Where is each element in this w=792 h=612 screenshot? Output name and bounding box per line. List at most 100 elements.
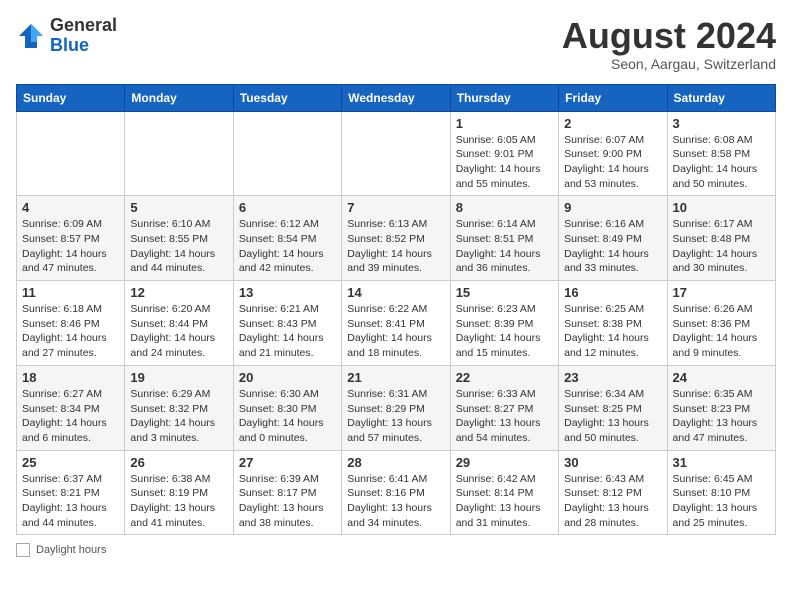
calendar-table: SundayMondayTuesdayWednesdayThursdayFrid… (16, 84, 776, 536)
calendar-cell (17, 111, 125, 196)
calendar-cell: 6Sunrise: 6:12 AM Sunset: 8:54 PM Daylig… (233, 196, 341, 281)
day-info: Sunrise: 6:14 AM Sunset: 8:51 PM Dayligh… (456, 217, 553, 276)
logo: General Blue (16, 16, 117, 56)
calendar-cell: 25 Sunrise: 6:37 AM Sunset: 8:21 PM Dayli… (17, 450, 125, 535)
calendar-cell: 29Sunrise: 6:42 AM Sunset: 8:14 PM Dayli… (450, 450, 558, 535)
calendar-cell: 31 Sunrise: 6:45 AM Sunset: 8:10 PM Dayli… (667, 450, 775, 535)
day-number: 18 (22, 370, 119, 385)
calendar-cell: 23 Sunrise: 6:34 AM Sunset: 8:25 PM Dayli… (559, 365, 667, 450)
legend-box (16, 543, 30, 557)
day-number: 9 (564, 200, 661, 215)
day-info: Sunrise: 6:29 AM Sunset: 8:32 PM Dayligh… (130, 387, 227, 446)
day-number: 11 (22, 285, 119, 300)
day-info: Sunrise: 6:13 AM Sunset: 8:52 PM Dayligh… (347, 217, 444, 276)
logo-blue: Blue (50, 35, 89, 55)
weekday-header-wednesday: Wednesday (342, 84, 450, 111)
calendar-cell: 9 Sunrise: 6:16 AM Sunset: 8:49 PM Daylig… (559, 196, 667, 281)
day-number: 12 (130, 285, 227, 300)
calendar-cell: 7 Sunrise: 6:13 AM Sunset: 8:52 PM Daylig… (342, 196, 450, 281)
day-number: 13 (239, 285, 336, 300)
calendar-cell: 20Sunrise: 6:30 AM Sunset: 8:30 PM Dayli… (233, 365, 341, 450)
day-number: 20 (239, 370, 336, 385)
day-number: 27 (239, 455, 336, 470)
calendar-cell: 13 Sunrise: 6:21 AM Sunset: 8:43 PM Dayli… (233, 281, 341, 366)
calendar-cell: 18 Sunrise: 6:27 AM Sunset: 8:34 PM Dayli… (17, 365, 125, 450)
day-info: Sunrise: 6:23 AM Sunset: 8:39 PM Dayligh… (456, 302, 553, 361)
day-number: 1 (456, 116, 553, 131)
day-info: Sunrise: 6:43 AM Sunset: 8:12 PM Dayligh… (564, 472, 661, 531)
day-info: Sunrise: 6:18 AM Sunset: 8:46 PM Dayligh… (22, 302, 119, 361)
calendar-cell: 10 Sunrise: 6:17 AM Sunset: 8:48 PM Dayli… (667, 196, 775, 281)
day-number: 7 (347, 200, 444, 215)
day-info: Sunrise: 6:37 AM Sunset: 8:21 PM Dayligh… (22, 472, 119, 531)
day-info: Sunrise: 6:08 AM Sunset: 8:58 PM Dayligh… (673, 133, 770, 192)
day-info: Sunrise: 6:16 AM Sunset: 8:49 PM Dayligh… (564, 217, 661, 276)
legend-label: Daylight hours (36, 544, 106, 556)
day-number: 26 (130, 455, 227, 470)
day-number: 28 (347, 455, 444, 470)
calendar-cell: 1 Sunrise: 6:05 AM Sunset: 9:01 PM Daylig… (450, 111, 558, 196)
weekday-header-tuesday: Tuesday (233, 84, 341, 111)
day-number: 4 (22, 200, 119, 215)
day-number: 16 (564, 285, 661, 300)
calendar-cell (342, 111, 450, 196)
day-info: Sunrise: 6:12 AM Sunset: 8:54 PM Dayligh… (239, 217, 336, 276)
day-info: Sunrise: 6:35 AM Sunset: 8:23 PM Dayligh… (673, 387, 770, 446)
day-info: Sunrise: 6:34 AM Sunset: 8:25 PM Dayligh… (564, 387, 661, 446)
weekday-header-thursday: Thursday (450, 84, 558, 111)
calendar-cell: 24 Sunrise: 6:35 AM Sunset: 8:23 PM Dayli… (667, 365, 775, 450)
day-info: Sunrise: 6:21 AM Sunset: 8:43 PM Dayligh… (239, 302, 336, 361)
day-number: 10 (673, 200, 770, 215)
calendar-cell: 28 Sunrise: 6:41 AM Sunset: 8:16 PM Dayli… (342, 450, 450, 535)
week-row-3: 11 Sunrise: 6:18 AM Sunset: 8:46 PM Dayli… (17, 281, 776, 366)
day-info: Sunrise: 6:17 AM Sunset: 8:48 PM Dayligh… (673, 217, 770, 276)
calendar-cell: 3 Sunrise: 6:08 AM Sunset: 8:58 PM Daylig… (667, 111, 775, 196)
day-number: 17 (673, 285, 770, 300)
day-info: Sunrise: 6:22 AM Sunset: 8:41 PM Dayligh… (347, 302, 444, 361)
day-info: Sunrise: 6:05 AM Sunset: 9:01 PM Dayligh… (456, 133, 553, 192)
day-number: 25 (22, 455, 119, 470)
logo-text: General Blue (50, 16, 117, 56)
logo-icon (16, 21, 46, 51)
day-info: Sunrise: 6:33 AM Sunset: 8:27 PM Dayligh… (456, 387, 553, 446)
month-title: August 2024 (562, 16, 776, 56)
weekday-header-sunday: Sunday (17, 84, 125, 111)
week-row-5: 25 Sunrise: 6:37 AM Sunset: 8:21 PM Dayli… (17, 450, 776, 535)
day-info: Sunrise: 6:41 AM Sunset: 8:16 PM Dayligh… (347, 472, 444, 531)
day-info: Sunrise: 6:45 AM Sunset: 8:10 PM Dayligh… (673, 472, 770, 531)
calendar-cell: 30 Sunrise: 6:43 AM Sunset: 8:12 PM Dayli… (559, 450, 667, 535)
day-info: Sunrise: 6:25 AM Sunset: 8:38 PM Dayligh… (564, 302, 661, 361)
day-info: Sunrise: 6:09 AM Sunset: 8:57 PM Dayligh… (22, 217, 119, 276)
weekday-header-friday: Friday (559, 84, 667, 111)
day-info: Sunrise: 6:38 AM Sunset: 8:19 PM Dayligh… (130, 472, 227, 531)
weekday-header-saturday: Saturday (667, 84, 775, 111)
calendar-cell: 27 Sunrise: 6:39 AM Sunset: 8:17 PM Dayli… (233, 450, 341, 535)
title-block: August 2024 Seon, Aargau, Switzerland (562, 16, 776, 72)
week-row-1: 1 Sunrise: 6:05 AM Sunset: 9:01 PM Daylig… (17, 111, 776, 196)
day-number: 14 (347, 285, 444, 300)
logo-general: General (50, 15, 117, 35)
day-number: 3 (673, 116, 770, 131)
calendar-cell: 12 Sunrise: 6:20 AM Sunset: 8:44 PM Dayli… (125, 281, 233, 366)
calendar-cell: 17 Sunrise: 6:26 AM Sunset: 8:36 PM Dayli… (667, 281, 775, 366)
week-row-4: 18 Sunrise: 6:27 AM Sunset: 8:34 PM Dayli… (17, 365, 776, 450)
calendar-cell (125, 111, 233, 196)
day-number: 24 (673, 370, 770, 385)
calendar-cell: 22 Sunrise: 6:33 AM Sunset: 8:27 PM Dayli… (450, 365, 558, 450)
calendar-cell: 16 Sunrise: 6:25 AM Sunset: 8:38 PM Dayli… (559, 281, 667, 366)
day-number: 23 (564, 370, 661, 385)
calendar-cell: 19Sunrise: 6:29 AM Sunset: 8:32 PM Dayli… (125, 365, 233, 450)
day-number: 22 (456, 370, 553, 385)
day-number: 30 (564, 455, 661, 470)
calendar-cell: 14 Sunrise: 6:22 AM Sunset: 8:41 PM Dayli… (342, 281, 450, 366)
day-number: 8 (456, 200, 553, 215)
calendar-cell: 15Sunrise: 6:23 AM Sunset: 8:39 PM Dayli… (450, 281, 558, 366)
day-info: Sunrise: 6:27 AM Sunset: 8:34 PM Dayligh… (22, 387, 119, 446)
day-info: Sunrise: 6:39 AM Sunset: 8:17 PM Dayligh… (239, 472, 336, 531)
day-info: Sunrise: 6:20 AM Sunset: 8:44 PM Dayligh… (130, 302, 227, 361)
weekday-header-row: SundayMondayTuesdayWednesdayThursdayFrid… (17, 84, 776, 111)
day-info: Sunrise: 6:26 AM Sunset: 8:36 PM Dayligh… (673, 302, 770, 361)
day-number: 31 (673, 455, 770, 470)
calendar-cell: 5Sunrise: 6:10 AM Sunset: 8:55 PM Daylig… (125, 196, 233, 281)
location: Seon, Aargau, Switzerland (562, 56, 776, 72)
